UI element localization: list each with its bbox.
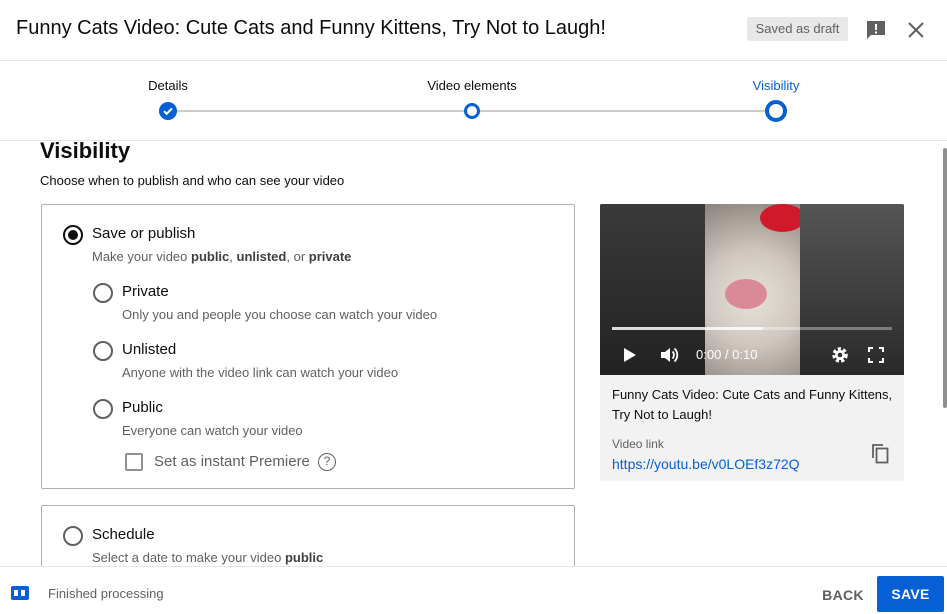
private-label: Private	[122, 283, 169, 300]
video-frame-right	[800, 204, 904, 375]
fullscreen-icon[interactable]	[865, 344, 887, 366]
private-desc: Only you and people you choose can watch…	[122, 307, 438, 322]
unlisted-radio[interactable]	[93, 341, 113, 361]
check-icon	[163, 107, 173, 116]
schedule-label: Schedule	[92, 526, 155, 543]
section-subtitle: Choose when to publish and who can see y…	[40, 173, 345, 188]
public-desc: Everyone can watch your video	[122, 423, 303, 438]
save-or-publish-card: Save or publish Make your video public, …	[41, 204, 575, 489]
step-video-elements[interactable]: Video elements	[427, 78, 516, 93]
public-label: Public	[122, 399, 163, 416]
dialog-header: Funny Cats Video: Cute Cats and Funny Ki…	[0, 0, 947, 61]
video-preview-card: 0:00 / 0:10 Funny Cats Video: Cute Cats …	[600, 204, 904, 481]
feedback-icon[interactable]	[864, 18, 888, 42]
save-button[interactable]: SAVE	[877, 576, 944, 612]
schedule-card: Schedule Select a date to make your vide…	[41, 505, 575, 566]
step-visibility-dot[interactable]	[765, 100, 787, 122]
step-details[interactable]: Details	[148, 78, 188, 93]
processing-status: Finished processing	[48, 586, 164, 601]
save-or-publish-radio[interactable]	[63, 225, 83, 245]
play-icon[interactable]	[618, 344, 640, 366]
public-radio[interactable]	[93, 399, 113, 419]
visibility-content: Visibility Choose when to publish and wh…	[0, 141, 947, 566]
back-button[interactable]: BACK	[812, 577, 874, 613]
saved-draft-badge: Saved as draft	[747, 17, 848, 41]
section-title: Visibility	[40, 141, 131, 163]
private-radio[interactable]	[93, 283, 113, 303]
unlisted-desc: Anyone with the video link can watch you…	[122, 365, 399, 380]
video-frame-left	[600, 204, 705, 375]
processing-status-icon	[11, 586, 29, 600]
gear-icon[interactable]	[829, 344, 851, 366]
preview-video-title: Funny Cats Video: Cute Cats and Funny Ki…	[612, 387, 893, 422]
help-icon[interactable]: ?	[318, 453, 336, 471]
video-player[interactable]: 0:00 / 0:10	[600, 204, 904, 375]
content-scrollbar[interactable]	[943, 148, 947, 408]
video-link-label: Video link	[612, 437, 664, 451]
save-or-publish-label: Save or publish	[92, 225, 196, 242]
schedule-desc: Select a date to make your video public	[92, 550, 324, 565]
step-details-check-icon[interactable]	[159, 102, 177, 120]
video-time: 0:00 / 0:10	[696, 347, 758, 362]
unlisted-label: Unlisted	[122, 341, 177, 358]
progress-fill	[612, 327, 763, 330]
volume-icon[interactable]	[658, 344, 680, 366]
save-or-publish-desc: Make your video public, unlisted, or pri…	[92, 249, 352, 264]
schedule-radio[interactable]	[63, 526, 83, 546]
step-visibility[interactable]: Visibility	[753, 78, 800, 93]
video-link[interactable]: https://youtu.be/v0LOEf3z72Q	[612, 456, 800, 472]
instant-premiere-label: Set as instant Premiere	[154, 453, 310, 470]
instant-premiere-checkbox[interactable]	[125, 453, 143, 471]
step-video-elements-dot[interactable]	[464, 103, 480, 119]
cat-ear	[760, 204, 805, 232]
cat-nose	[725, 279, 767, 309]
copy-icon[interactable]	[868, 442, 892, 466]
dialog-footer: Finished processing BACK SAVE	[0, 566, 947, 614]
close-icon[interactable]	[904, 18, 928, 42]
page-title: Funny Cats Video: Cute Cats and Funny Ki…	[16, 17, 606, 39]
progress-stepper: Details Video elements Visibility	[0, 61, 947, 141]
